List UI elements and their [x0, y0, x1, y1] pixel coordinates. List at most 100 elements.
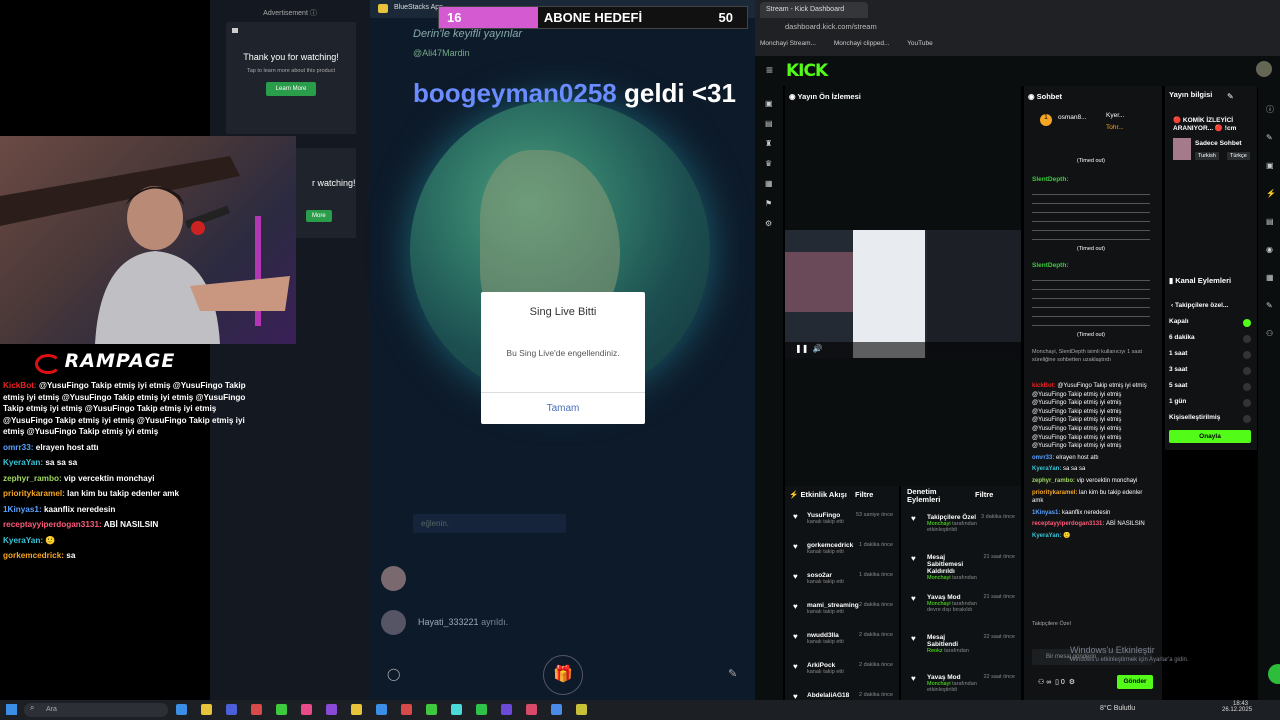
events-filter-button[interactable]: Filtre [855, 490, 873, 499]
taskbar-app-icon[interactable] [251, 704, 262, 715]
taskbar-app-icon[interactable] [526, 704, 537, 715]
taskbar-app-icon[interactable] [201, 704, 212, 715]
address-bar[interactable]: dashboard.kick.com/stream [785, 22, 1145, 35]
mod-action-item[interactable]: ♥ Takipçilere Özel Monchayi tarafından etk… [911, 514, 1015, 533]
taskbar-app-icon[interactable] [476, 704, 487, 715]
room-message-input[interactable]: eğlenin. [413, 514, 566, 533]
chat-username[interactable]: KyeraYan: [1032, 533, 1063, 539]
count-a: 0 [1060, 679, 1065, 686]
event-item[interactable]: ♥ mami_streaming kanalı takip etti 2 dakika… [793, 602, 893, 615]
mod-action-desc: Reokz tarafından [927, 648, 977, 654]
duration-option[interactable]: 1 gün [1169, 398, 1255, 414]
radio-icon[interactable] [1243, 383, 1251, 391]
ad-learn-more-button[interactable]: Learn More [265, 82, 317, 96]
followers-mode-back[interactable]: ‹ Takipçilere özel... [1171, 302, 1228, 309]
mod-action-body: Takipçilere Özel Monchayi tarafından etki… [927, 514, 977, 533]
duration-option[interactable]: 3 saat [1169, 366, 1255, 382]
ad-more-button[interactable]: More [306, 210, 332, 222]
webcam-feed [0, 136, 296, 344]
floating-action-button[interactable] [1268, 664, 1280, 684]
mod-filter-button[interactable]: Filtre [975, 490, 993, 499]
event-item[interactable]: ♥ gorkemcedrick kanalı takip etti 1 dakika … [793, 542, 893, 555]
radio-icon[interactable] [1243, 319, 1251, 327]
approve-button[interactable]: Onayla [1169, 430, 1251, 443]
radio-icon[interactable] [1243, 415, 1251, 423]
ad-card[interactable]: Thank you for watching! Tap to learn mor… [226, 22, 356, 134]
mod-action-item[interactable]: ♥ Mesaj Sabitlemesi Kaldırıldı Monchayi ta… [911, 554, 1015, 581]
duration-option[interactable]: 5 saat [1169, 382, 1255, 398]
taskbar-app-icon[interactable] [576, 704, 587, 715]
chat-message: KyeraYan: 🙂 [1032, 532, 1154, 541]
chat-username[interactable]: kickBot: [1032, 383, 1057, 389]
dialog-ok-button[interactable]: Tamam [481, 392, 645, 424]
event-item[interactable]: ♥ AbdelaliAG18 2 dakika önce [793, 692, 893, 701]
duration-option[interactable]: Kapalı [1169, 318, 1255, 334]
duration-option[interactable]: 6 dakika [1169, 334, 1255, 350]
event-item[interactable]: ♥ nwudd3lla kanalı takip etti 2 dakika önce [793, 632, 893, 645]
chat-username[interactable]: 1Kinyas1: [1032, 510, 1062, 516]
event-item[interactable]: ♥ YusuFingo kanalı takip etti 53 saniye önc… [793, 512, 893, 525]
chat-username[interactable]: omrr33: [1032, 455, 1056, 461]
mic-icon[interactable]: ✎ [728, 667, 737, 680]
kick-logo[interactable]: KICK [786, 61, 828, 81]
taskbar-app-icon[interactable] [301, 704, 312, 715]
stream-preview-video[interactable]: ❚❚ 🔊 [785, 230, 1021, 358]
mod-action-item[interactable]: ♥ Yavaş Mod Monchayi tarafından etkinleşti… [911, 674, 1015, 693]
chat-username[interactable]: KyeraYan: [1032, 466, 1063, 472]
tag-turkce[interactable]: Türkçe [1227, 152, 1250, 160]
bookmark-item[interactable]: Monchayi clipped... [834, 40, 890, 47]
chat-username[interactable]: prioritykaramel: [1032, 490, 1079, 496]
top-user-1[interactable]: osman8... [1058, 114, 1087, 121]
event-item[interactable]: ♥ soso2ar kanalı takip etti 1 dakika önce [793, 572, 893, 585]
profile-avatar[interactable] [1256, 61, 1272, 77]
duration-option[interactable]: 1 saat [1169, 350, 1255, 366]
taskbar-app-icon[interactable] [276, 704, 287, 715]
chat-text: kaanflix neredesin [1062, 509, 1111, 516]
taskbar-app-icon[interactable] [326, 704, 337, 715]
taskbar-app-icon[interactable] [501, 704, 512, 715]
category-name[interactable]: Sadece Sohbet [1195, 140, 1242, 147]
browser-tab[interactable]: Stream - Kick Dashboard [760, 2, 868, 18]
bookmark-item[interactable]: Monchayi Stream... [760, 40, 816, 47]
top-user-2[interactable]: Kyer... [1106, 112, 1124, 119]
duration-option[interactable]: Kişiselleştirilmiş [1169, 414, 1255, 430]
start-icon[interactable] [6, 704, 17, 715]
tag-turkish[interactable]: Turkish [1195, 152, 1219, 160]
menu-icon[interactable]: ≡ [766, 63, 773, 77]
taskbar-app-icon[interactable] [551, 704, 562, 715]
chat-tools[interactable]: ⚇ ∞ ▯ 0 ⚙ [1038, 678, 1075, 686]
taskbar-app-icon[interactable] [451, 704, 462, 715]
mod-action-item[interactable]: ♥ Mesaj Sabitlendi Reokz tarafından 22 saat… [911, 634, 1015, 654]
taskbar-app-icon[interactable] [176, 704, 187, 715]
clock[interactable]: 18:43 26.12.2025 [1222, 701, 1252, 713]
taskbar-search[interactable]: Ara [24, 703, 168, 717]
silent-user-1[interactable]: SlentDepth: [1032, 176, 1068, 183]
edit-icon[interactable]: ✎ [1227, 92, 1234, 101]
ad-close-icon[interactable] [232, 28, 238, 33]
top-rank-badge: 1 [1040, 114, 1052, 126]
taskbar-app-icon[interactable] [351, 704, 362, 715]
chat-send-button[interactable]: Gönder [1117, 675, 1153, 689]
mod-action-item[interactable]: ♥ Yavaş Mod Monchayi tarafından devre dışı… [911, 594, 1015, 613]
silent-user-2[interactable]: SlentDepth: [1032, 262, 1068, 269]
weather-widget[interactable]: 8°C Bulutlu [1100, 705, 1135, 712]
chat-bubble-icon[interactable]: ◯ [387, 667, 400, 681]
top-user-3[interactable]: Tohr... [1106, 124, 1124, 131]
taskbar-app-icon[interactable] [401, 704, 412, 715]
sidebar-icons[interactable]: ▣ ▤ ♜ ♛ ▦ ⚑ ⚙ [765, 94, 773, 234]
radio-icon[interactable] [1243, 335, 1251, 343]
radio-icon[interactable] [1243, 367, 1251, 375]
taskbar-app-icon[interactable] [226, 704, 237, 715]
taskbar-app-icon[interactable] [376, 704, 387, 715]
radio-icon[interactable] [1243, 351, 1251, 359]
event-description: kanalı takip etti [807, 609, 844, 615]
chat-username[interactable]: receptayyiperdogan3131: [1032, 521, 1106, 527]
right-rail-icons[interactable]: ⓘ ✎ ▣ ⚡ ▤ ◉ ▦ ✎ ⚇ [1266, 96, 1276, 348]
video-controls[interactable]: ❚❚ 🔊 [785, 342, 1021, 358]
bookmark-item[interactable]: YouTube [907, 40, 933, 47]
chat-username[interactable]: zephyr_rambo: [1032, 478, 1077, 484]
gift-icon[interactable]: 🎁 [543, 655, 583, 695]
taskbar-app-icon[interactable] [426, 704, 437, 715]
radio-icon[interactable] [1243, 399, 1251, 407]
event-item[interactable]: ♥ ArkiPock kanalı takip etti 2 dakika önce [793, 662, 893, 675]
